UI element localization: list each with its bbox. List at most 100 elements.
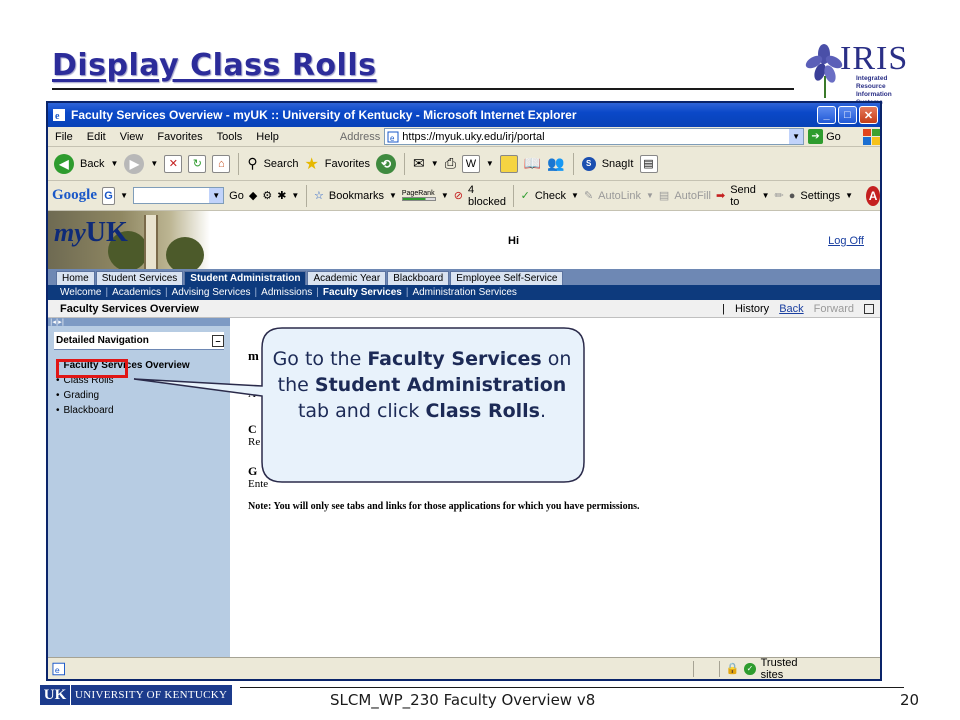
google-nav-icon[interactable]: ◆ xyxy=(249,189,257,202)
autolink-button[interactable]: AutoLink xyxy=(598,190,641,202)
text-fragment: A xyxy=(248,388,256,400)
minimize-button[interactable]: _ xyxy=(817,106,836,124)
acrobat-icon[interactable]: A xyxy=(866,185,880,206)
discuss-icon[interactable] xyxy=(499,154,518,173)
google-options-dropdown-icon[interactable]: ▼ xyxy=(291,191,299,200)
tab-employee-self-service[interactable]: Employee Self-Service xyxy=(450,271,564,285)
back-link[interactable]: Back xyxy=(779,303,803,315)
google-menu-icon[interactable]: G xyxy=(102,186,116,205)
send-to-dropdown-icon[interactable]: ▼ xyxy=(762,191,770,200)
nav-collapse-strip[interactable]: |◂|▸| xyxy=(48,318,230,326)
go-button[interactable]: ➔ Go xyxy=(808,129,841,144)
home-icon[interactable]: ⌂ xyxy=(212,154,231,173)
favorites-button-label[interactable]: Favorites xyxy=(325,158,370,170)
subnav-faculty-services[interactable]: Faculty Services xyxy=(319,287,406,298)
snagit-capture-icon[interactable]: ▤ xyxy=(639,154,658,173)
autolink-dropdown-icon[interactable]: ▼ xyxy=(646,191,654,200)
callout-text-part: Go to the xyxy=(272,348,368,370)
google-go-button[interactable]: Go xyxy=(229,190,244,202)
menu-favorites[interactable]: Favorites xyxy=(150,131,209,143)
spellcheck-icon[interactable]: ✓ xyxy=(521,189,530,202)
edit-icon[interactable]: W xyxy=(461,154,480,173)
google-search-input[interactable]: ▼ xyxy=(133,187,225,204)
greeting: Hi xyxy=(508,235,519,247)
autofill-icon[interactable]: ▤ xyxy=(659,189,669,202)
tab-blackboard[interactable]: Blackboard xyxy=(387,271,450,285)
history-button[interactable]: History xyxy=(735,303,769,315)
ie-page-icon: e xyxy=(53,109,65,122)
popup-blocked-count[interactable]: 4 blocked xyxy=(468,184,506,208)
forward-arrow-icon[interactable]: ▶ xyxy=(124,153,145,174)
mail-icon[interactable]: ✉ xyxy=(413,155,425,172)
trusted-check-icon: ✓ xyxy=(744,662,756,675)
settings-icon[interactable]: ● xyxy=(789,190,796,202)
check-dropdown-icon[interactable]: ▼ xyxy=(571,191,579,200)
bookmarks-star-icon[interactable]: ☆ xyxy=(314,189,324,202)
collapse-icon[interactable]: – xyxy=(212,334,224,347)
stop-icon[interactable]: ✕ xyxy=(164,154,183,173)
back-arrow-icon[interactable]: ◀ xyxy=(54,153,74,174)
address-dropdown-icon[interactable]: ▼ xyxy=(789,129,804,144)
menu-tools[interactable]: Tools xyxy=(210,131,250,143)
ie-titlebar[interactable]: e Faculty Services Overview - myUK :: Un… xyxy=(48,103,880,127)
pagerank-dropdown-icon[interactable]: ▼ xyxy=(441,191,449,200)
back-dropdown-icon[interactable]: ▼ xyxy=(110,159,118,168)
highlight-icon[interactable]: ✏ xyxy=(775,189,784,202)
search-icon[interactable]: ⚲ xyxy=(247,155,257,172)
toolbar-separator xyxy=(404,152,406,175)
google-options-icon[interactable]: ✱ xyxy=(277,189,286,202)
settings-dropdown-icon[interactable]: ▼ xyxy=(845,191,853,200)
check-button[interactable]: Check xyxy=(535,190,566,202)
back-button-label[interactable]: Back xyxy=(80,158,104,170)
menu-view[interactable]: View xyxy=(113,131,151,143)
send-to-icon[interactable]: ➡ xyxy=(716,189,725,202)
forward-dropdown-icon[interactable]: ▼ xyxy=(150,159,158,168)
iris-logo: IRIS Integrated Resource Information Sys… xyxy=(804,40,907,106)
ie-statusbar: e 🔒 ✓ Trusted sites xyxy=(48,657,880,679)
snagit-button-label[interactable]: SnagIt xyxy=(602,158,634,170)
tab-academic-year[interactable]: Academic Year xyxy=(307,271,387,285)
subnav-academics[interactable]: Academics xyxy=(108,287,165,298)
settings-button[interactable]: Settings xyxy=(800,190,840,202)
tab-home[interactable]: Home xyxy=(56,271,95,285)
google-menu-dropdown-icon[interactable]: ▼ xyxy=(120,191,128,200)
subnav-advising-services[interactable]: Advising Services xyxy=(168,287,255,298)
nav-item-blackboard[interactable]: Blackboard xyxy=(56,403,230,418)
subnav-welcome[interactable]: Welcome xyxy=(56,287,106,298)
research-icon[interactable]: 📖 xyxy=(524,155,541,172)
nav-item-grading[interactable]: Grading xyxy=(56,388,230,403)
autolink-icon[interactable]: ✎ xyxy=(584,189,593,202)
subnav-administration-services[interactable]: Administration Services xyxy=(408,287,520,298)
tab-student-services[interactable]: Student Services xyxy=(95,271,184,285)
menu-edit[interactable]: Edit xyxy=(80,131,113,143)
subnav-admissions[interactable]: Admissions xyxy=(257,287,316,298)
history-controls: | History Back Forward xyxy=(722,303,880,315)
edit-dropdown-icon[interactable]: ▼ xyxy=(486,159,494,168)
close-button[interactable]: ✕ xyxy=(859,106,878,124)
send-to-button[interactable]: Send to xyxy=(730,184,756,208)
print-icon[interactable]: ⎙ xyxy=(445,155,456,172)
refresh-icon[interactable]: ↻ xyxy=(188,154,207,173)
bookmarks-button[interactable]: Bookmarks xyxy=(329,190,384,202)
bookmarks-dropdown-icon[interactable]: ▼ xyxy=(389,191,397,200)
snagit-icon[interactable]: S xyxy=(581,156,596,171)
history-icon[interactable]: ⟲ xyxy=(376,153,397,174)
autofill-button[interactable]: AutoFill xyxy=(674,190,711,202)
messenger-icon[interactable]: 👥 xyxy=(547,155,564,172)
log-off-link[interactable]: Log Off xyxy=(828,235,864,247)
text-fragment: Re xyxy=(248,436,261,448)
menu-file[interactable]: File xyxy=(48,131,80,143)
forward-link[interactable]: Forward xyxy=(814,303,854,315)
maximize-button[interactable]: □ xyxy=(838,106,857,124)
menu-help[interactable]: Help xyxy=(249,131,286,143)
google-search-dropdown-icon[interactable]: ▼ xyxy=(209,188,224,203)
page-menu-icon[interactable] xyxy=(864,303,874,314)
tab-student-administration[interactable]: Student Administration xyxy=(184,271,307,285)
address-input[interactable]: e https://myuk.uky.edu/irj/portal ▼ xyxy=(384,128,805,145)
google-gear-icon[interactable]: ⚙ xyxy=(262,189,272,202)
mail-dropdown-icon[interactable]: ▼ xyxy=(431,159,439,168)
toolbar-separator xyxy=(572,152,574,175)
myuk-logo-suffix: UK xyxy=(85,217,128,248)
favorites-star-icon[interactable]: ★ xyxy=(304,154,318,174)
search-button-label[interactable]: Search xyxy=(264,158,299,170)
